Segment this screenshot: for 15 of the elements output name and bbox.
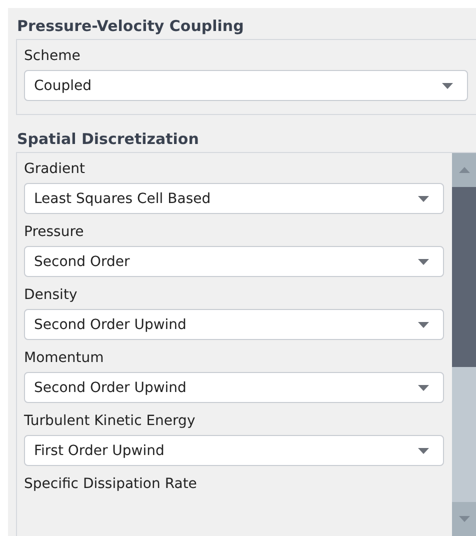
- dropdown[interactable]: First Order Upwind: [24, 435, 444, 466]
- field-label: Density: [24, 286, 78, 305]
- field-label: Scheme: [24, 47, 82, 66]
- dropdown[interactable]: Coupled: [24, 70, 468, 101]
- field-label: Momentum: [24, 349, 105, 368]
- dropdown[interactable]: Second Order Upwind: [24, 309, 444, 340]
- dropdown[interactable]: Least Squares Cell Based: [24, 183, 444, 214]
- field-label: Specific Dissipation Rate: [24, 475, 198, 494]
- dropdown[interactable]: Second Order: [24, 246, 444, 277]
- section-heading: Pressure-Velocity Coupling: [17, 16, 245, 36]
- field-label: Gradient: [24, 160, 86, 179]
- dropdown[interactable]: Second Order Upwind: [24, 372, 444, 403]
- field-label: Pressure: [24, 223, 85, 242]
- section-heading: Spatial Discretization: [17, 129, 200, 149]
- field-label: Turbulent Kinetic Energy: [24, 412, 196, 431]
